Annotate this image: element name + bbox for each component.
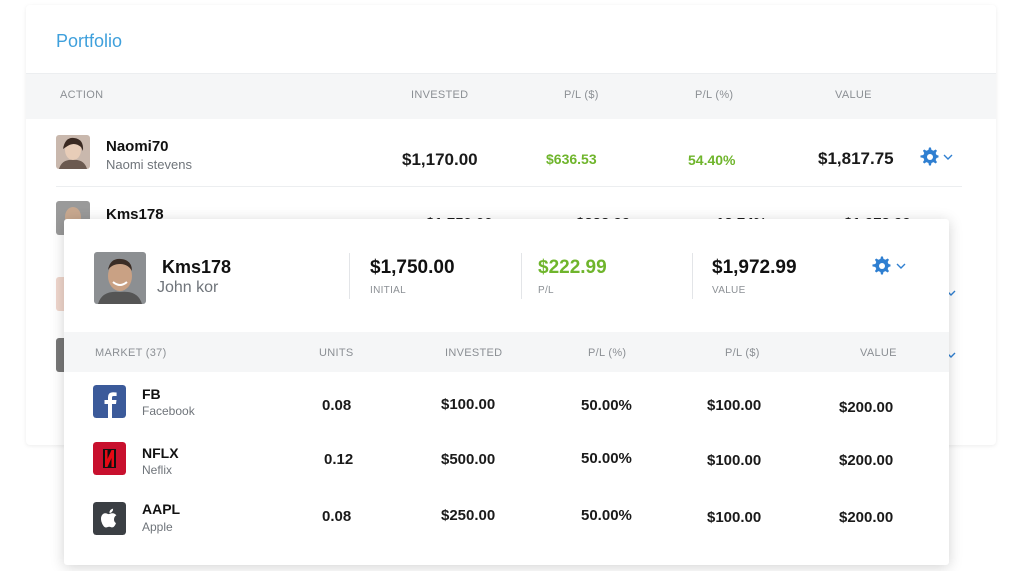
facebook-icon [93, 385, 126, 418]
invested-value: $250.00 [441, 507, 496, 524]
market-ticker: FB [142, 386, 161, 402]
username: Naomi70 [106, 138, 169, 155]
col-pl-pct: P/L (%) [695, 89, 734, 101]
pl-usd-value: $100.00 [707, 397, 762, 414]
col-units: UNITS [319, 347, 354, 359]
pl-usd-value: $100.00 [707, 452, 762, 469]
units-value: 0.08 [322, 508, 352, 525]
pl-label: P/L [538, 285, 554, 296]
total-value: $1,972.99 [712, 257, 797, 278]
col-invested: INVESTED [445, 347, 503, 359]
units-value: 0.08 [322, 397, 352, 414]
apple-icon [93, 502, 126, 535]
total-value: $200.00 [839, 399, 894, 416]
avatar [56, 135, 90, 169]
col-action: ACTION [60, 89, 104, 101]
chevron-down-icon[interactable] [943, 154, 953, 160]
market-company: Facebook [142, 404, 195, 418]
pl-usd-value: $100.00 [707, 509, 762, 526]
invested-value: $1,170.00 [402, 150, 478, 169]
avatar [94, 252, 146, 304]
chevron-down-icon[interactable] [896, 263, 906, 269]
total-value: $200.00 [839, 509, 894, 526]
table-row[interactable]: Naomi70 Naomi stevens $1,170.00 $636.53 … [56, 115, 962, 187]
pl-usd-value: $636.53 [546, 151, 597, 167]
col-pl-usd: P/L ($) [725, 347, 760, 359]
page-title: Portfolio [56, 31, 123, 51]
pl-value: $222.99 [538, 257, 607, 278]
col-invested: INVESTED [411, 89, 469, 101]
netflix-icon [93, 442, 126, 475]
username: Kms178 [162, 257, 232, 277]
pl-pct-value: 50.00% [581, 397, 632, 414]
col-market: MARKET (37) [95, 347, 167, 359]
initial-label: INITIAL [370, 285, 406, 296]
units-value: 0.12 [324, 451, 354, 468]
market-company: Apple [142, 520, 173, 534]
initial-value: $1,750.00 [370, 257, 455, 278]
market-ticker: AAPL [142, 501, 181, 517]
markets-table-header [64, 332, 949, 372]
user-detail-panel: Kms178 John kor $1,750.00 INITIAL $222.9… [64, 219, 949, 565]
full-name: Naomi stevens [106, 157, 192, 172]
invested-value: $500.00 [441, 451, 496, 468]
col-pl-pct: P/L (%) [588, 347, 627, 359]
col-value: VALUE [835, 89, 872, 101]
total-value: $200.00 [839, 452, 894, 469]
col-pl-usd: P/L ($) [564, 89, 599, 101]
divider [692, 253, 693, 299]
pl-pct-value: 50.00% [581, 507, 632, 524]
pl-pct-value: 54.40% [688, 152, 736, 168]
pl-pct-value: 50.00% [581, 450, 632, 467]
divider [521, 253, 522, 299]
invested-value: $100.00 [441, 396, 496, 413]
market-ticker: NFLX [142, 445, 179, 461]
gear-icon[interactable] [872, 256, 892, 276]
full-name: John kor [157, 279, 219, 296]
market-company: Neflix [142, 463, 173, 477]
total-value: $1,817.75 [818, 149, 894, 168]
value-label: VALUE [712, 285, 746, 296]
divider [349, 253, 350, 299]
gear-icon[interactable] [920, 147, 940, 167]
col-value: VALUE [860, 347, 897, 359]
